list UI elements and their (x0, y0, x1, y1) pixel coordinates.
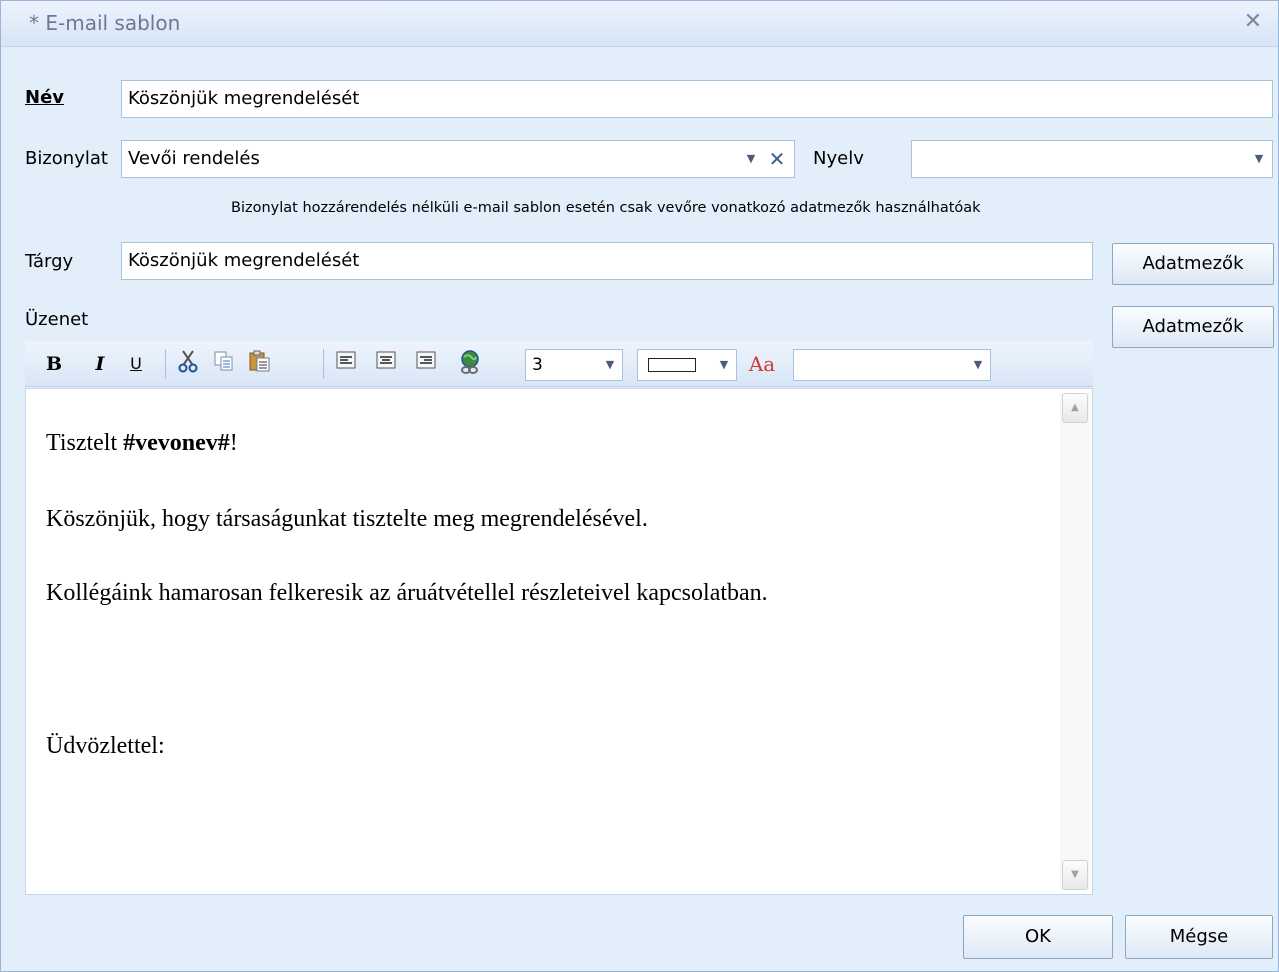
nyelv-label: Nyelv (813, 148, 864, 169)
bold-button[interactable]: B (39, 349, 69, 379)
nyelv-combo[interactable]: ▼ (911, 140, 1273, 178)
adatmezok-targy-button[interactable]: Adatmezők (1112, 243, 1274, 285)
editor-toolbar: B I U 3 ▼ ▼ Aa ▼ (25, 341, 1093, 387)
underline-button[interactable]: U (121, 349, 151, 379)
hyperlink-icon[interactable] (455, 349, 485, 379)
align-left-icon[interactable] (331, 349, 361, 379)
adatmezok-uzenet-button[interactable]: Adatmezők (1112, 306, 1274, 348)
editor-scrollbar[interactable]: ▲ ▼ (1060, 393, 1090, 890)
window-title: * E-mail sablon (29, 11, 181, 35)
paste-icon[interactable] (245, 349, 275, 379)
bizonylat-hint: Bizonylat hozzárendelés nélküli e-mail s… (231, 200, 981, 216)
cut-icon[interactable] (173, 349, 203, 379)
uzenet-label: Üzenet (25, 309, 89, 330)
scroll-down-icon[interactable]: ▼ (1062, 860, 1088, 890)
close-icon[interactable]: ✕ (1240, 9, 1266, 35)
bizonylat-combo[interactable]: Vevői rendelés ▼ ✕ (121, 140, 795, 178)
font-size-value: 3 (532, 355, 543, 375)
greeting-line: Tisztelt #vevonev#! (46, 431, 238, 455)
copy-icon[interactable] (209, 349, 239, 379)
nev-label-text: Név (25, 87, 65, 108)
ok-button[interactable]: OK (963, 915, 1113, 959)
chevron-down-icon: ▼ (719, 358, 729, 371)
align-right-icon[interactable] (411, 349, 441, 379)
bizonylat-label: Bizonylat (25, 148, 108, 169)
font-size-select[interactable]: 3 ▼ (525, 349, 623, 381)
message-line-1: Köszönjük, hogy társaságunkat tisztelte … (46, 506, 648, 532)
customer-name-field: #vevonev# (123, 430, 230, 456)
scroll-up-icon[interactable]: ▲ (1062, 393, 1088, 423)
chevron-down-icon: ▼ (973, 358, 983, 371)
message-editor[interactable]: Tisztelt #vevonev#! Köszönjük, hogy társ… (25, 388, 1093, 895)
targy-label: Tárgy (25, 251, 74, 272)
italic-button[interactable]: I (85, 349, 115, 379)
greeting-prefix: Tisztelt (46, 430, 124, 456)
closing-line: Üdvözlettel: (46, 733, 165, 759)
email-template-dialog: * E-mail sablon ✕ Név Köszönjük megrende… (0, 0, 1279, 972)
chevron-down-icon: ▼ (605, 358, 615, 371)
font-name-select[interactable]: ▼ (793, 349, 991, 381)
chevron-down-icon[interactable]: ▼ (1248, 141, 1270, 177)
greeting-suffix: ! (229, 430, 238, 456)
align-center-icon[interactable] (371, 349, 401, 379)
title-bar: * E-mail sablon ✕ (1, 1, 1278, 47)
toolbar-separator (165, 349, 166, 379)
font-color-icon[interactable]: Aa (747, 349, 777, 379)
message-line-2: Kollégáink hamarosan felkeresik az áruát… (46, 580, 768, 606)
cancel-button[interactable]: Mégse (1125, 915, 1273, 959)
targy-input[interactable]: Köszönjük megrendelését (121, 242, 1093, 280)
nev-input[interactable]: Köszönjük megrendelését (121, 80, 1273, 118)
border-box-icon (648, 358, 696, 372)
font-color-glyph: Aa (748, 352, 776, 376)
border-select[interactable]: ▼ (637, 349, 737, 381)
bizonylat-value: Vevői rendelés (128, 148, 260, 169)
nev-label: Név (25, 87, 64, 108)
toolbar-separator (323, 349, 324, 379)
chevron-down-icon[interactable]: ▼ (740, 141, 762, 177)
clear-icon[interactable]: ✕ (766, 141, 788, 177)
